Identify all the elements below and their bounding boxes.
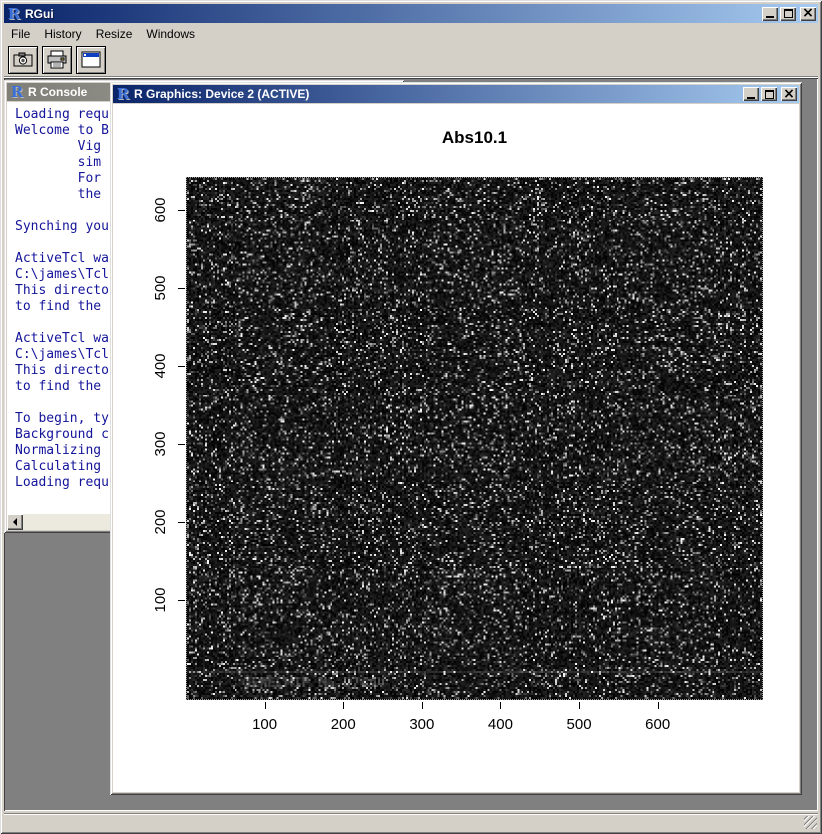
- x-axis-tick-label: 400: [478, 716, 522, 733]
- graphics-title: R Graphics: Device 2 (ACTIVE): [134, 87, 309, 101]
- y-axis-tick: [178, 288, 185, 289]
- main-window-title: RGui: [25, 7, 54, 21]
- y-axis-tick-label: 400: [152, 344, 168, 388]
- console-title: R Console: [28, 85, 87, 99]
- maximize-button[interactable]: [780, 7, 796, 21]
- r-logo-icon: R: [6, 6, 22, 22]
- minimize-icon: [766, 16, 774, 18]
- toolbar: [4, 43, 818, 77]
- x-axis-tick: [422, 702, 423, 709]
- r-logo-icon: R: [9, 84, 25, 100]
- y-axis-tick-label: 500: [152, 266, 168, 310]
- menubar: File History Resize Windows: [4, 25, 818, 42]
- window-icon: [80, 51, 102, 69]
- y-axis-tick-label: 200: [152, 500, 168, 544]
- arrow-left-icon: [13, 518, 17, 526]
- x-axis-tick-label: 500: [557, 716, 601, 733]
- scroll-left-button[interactable]: [7, 514, 23, 530]
- snapshot-button[interactable]: [8, 46, 38, 74]
- y-axis-tick: [178, 210, 185, 211]
- rgui-window: R RGui × File History Resize Windows: [0, 0, 822, 834]
- graphics-close-button[interactable]: ×: [781, 87, 797, 101]
- minimize-icon: [747, 97, 755, 99]
- x-axis-tick-label: 600: [636, 716, 680, 733]
- minimize-button[interactable]: [762, 7, 778, 21]
- x-axis-tick: [500, 702, 501, 709]
- print-button[interactable]: [42, 46, 72, 74]
- y-axis-tick: [178, 366, 185, 367]
- graphics-maximize-button[interactable]: [761, 87, 777, 101]
- menu-file[interactable]: File: [4, 26, 37, 42]
- r-logo-icon: R: [115, 86, 131, 102]
- y-axis-tick: [178, 444, 185, 445]
- resize-grip[interactable]: [804, 816, 817, 829]
- close-icon: ×: [783, 89, 795, 100]
- x-axis-tick-label: 100: [243, 716, 287, 733]
- x-axis-tick-label: 300: [400, 716, 444, 733]
- menu-windows[interactable]: Windows: [139, 26, 202, 42]
- statusbar: [4, 813, 818, 830]
- close-icon: ×: [802, 8, 814, 19]
- mdi-client-area: R R Console Loading requ Welcome to B Vi…: [4, 78, 818, 811]
- console-focus-button[interactable]: [76, 46, 106, 74]
- x-axis-tick: [265, 702, 266, 709]
- x-axis-tick: [658, 702, 659, 709]
- menu-resize[interactable]: Resize: [89, 26, 140, 42]
- maximize-icon: [765, 90, 774, 99]
- plot-title: Abs10.1: [186, 128, 763, 148]
- y-axis-tick-label: 600: [152, 188, 168, 232]
- microarray-chip-image: [186, 177, 763, 700]
- y-axis-tick: [178, 600, 185, 601]
- main-titlebar[interactable]: R RGui ×: [4, 4, 818, 23]
- graphics-titlebar[interactable]: R R Graphics: Device 2 (ACTIVE) ×: [113, 85, 799, 103]
- y-axis-tick-label: 300: [152, 422, 168, 466]
- x-axis-tick: [343, 702, 344, 709]
- graphics-minimize-button[interactable]: [743, 87, 759, 101]
- close-button[interactable]: ×: [800, 7, 816, 21]
- y-axis-tick: [178, 522, 185, 523]
- graphics-window: R R Graphics: Device 2 (ACTIVE) × Abs10.…: [110, 82, 802, 795]
- menu-history[interactable]: History: [37, 26, 88, 42]
- y-axis-tick-label: 100: [152, 578, 168, 622]
- x-axis-tick-label: 200: [321, 716, 365, 733]
- camera-icon: [12, 51, 34, 69]
- x-axis-tick: [579, 702, 580, 709]
- plot-area: Abs10.1 100 200 300 400 500 600 100 200 300 400 50…: [113, 104, 799, 792]
- printer-icon: [46, 50, 68, 70]
- maximize-icon: [784, 9, 793, 18]
